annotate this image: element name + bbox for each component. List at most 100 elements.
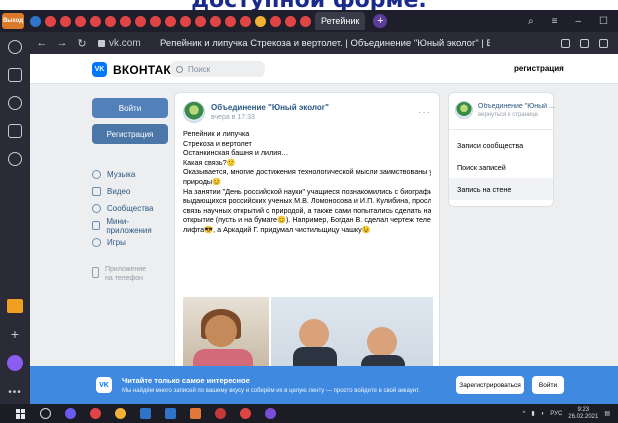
- speed-dial-icon[interactable]: [8, 40, 22, 54]
- video-icon: [92, 187, 101, 196]
- language-indicator[interactable]: РУС: [550, 411, 562, 417]
- tab-favicon-icon[interactable]: [30, 15, 41, 27]
- new-tab-plus-icon[interactable]: +: [373, 14, 388, 28]
- back-icon[interactable]: ←: [34, 37, 50, 49]
- tab-favicon-icon[interactable]: [300, 15, 311, 27]
- search-posts-link[interactable]: Поиск записей: [449, 156, 553, 178]
- post-text: Репейник и липучка Стрекоза и вертолет О…: [175, 127, 439, 237]
- taskbar-apps: [40, 408, 276, 419]
- tab-favicon-icon[interactable]: [150, 15, 161, 27]
- tab-favicon-icon[interactable]: [240, 15, 251, 27]
- divider: [449, 129, 553, 130]
- reload-icon[interactable]: ↻: [74, 37, 90, 50]
- snapshot-icon[interactable]: [8, 124, 22, 138]
- games-icon: [92, 238, 101, 247]
- powerpoint-icon[interactable]: [190, 408, 201, 419]
- tab-favicon-icon[interactable]: [225, 15, 236, 27]
- post-author[interactable]: Объединение "Юный эколог": [211, 103, 329, 112]
- side-menu: Музыка Видео Сообщества Мини-приложения …: [92, 166, 168, 251]
- system-tray: ^ ▮ ◖ РУС 9:23 26.02.2021 ▤: [523, 407, 618, 421]
- wall-post-link[interactable]: Запись на стене: [449, 178, 553, 200]
- register-link[interactable]: регистрация: [514, 64, 564, 73]
- notification-icon[interactable]: ▤: [604, 410, 610, 417]
- post-line: открытие (пусть и на бумаге😊). Например,…: [183, 215, 431, 225]
- url-field[interactable]: vk.com: [98, 38, 141, 49]
- volume-icon[interactable]: ◖: [541, 411, 545, 417]
- bookmark-icon[interactable]: [580, 38, 589, 48]
- post-menu-icon[interactable]: ···: [418, 107, 431, 118]
- camera-icon[interactable]: [561, 38, 570, 48]
- community-posts-link[interactable]: Записи сообщества: [449, 134, 553, 156]
- menu-icon[interactable]: ≡: [552, 16, 558, 27]
- tab-active[interactable]: Ретейник: [315, 12, 366, 30]
- menu-item-groups[interactable]: Сообщества: [92, 200, 168, 217]
- post-line: Оказывается, многие достижения технологи…: [183, 167, 431, 177]
- sidebar-add-icon[interactable]: +: [11, 327, 19, 341]
- tab-favicon-icon[interactable]: [90, 15, 101, 27]
- download-icon[interactable]: [599, 38, 608, 48]
- avatar[interactable]: [183, 101, 205, 123]
- menu-item-music[interactable]: Музыка: [92, 166, 168, 183]
- search-icon[interactable]: [40, 408, 51, 419]
- tab-favicon-icon[interactable]: [270, 15, 281, 27]
- search-input[interactable]: Поиск: [170, 61, 265, 77]
- tab-favicon-icon[interactable]: [180, 15, 191, 27]
- chrome-icon[interactable]: [115, 408, 126, 419]
- tab-favicon-icon[interactable]: [75, 15, 86, 27]
- tab-favicon-icon[interactable]: [285, 15, 296, 27]
- vk-logo-icon: VK: [92, 62, 107, 77]
- forward-icon[interactable]: →: [54, 37, 70, 49]
- yandex-icon[interactable]: [240, 408, 251, 419]
- menu-item-video[interactable]: Видео: [92, 183, 168, 200]
- post-time[interactable]: вчера в 17:33: [211, 114, 329, 121]
- search-tabs-icon[interactable]: ⌕: [528, 16, 534, 27]
- opera-icon[interactable]: [215, 408, 226, 419]
- login-button[interactable]: Войти: [92, 98, 168, 118]
- mobile-app-link[interactable]: Приложение на телефон: [92, 265, 168, 283]
- tab-favicon-icon[interactable]: [165, 15, 176, 27]
- menu-item-apps[interactable]: Мини-приложения: [92, 217, 168, 235]
- banner-register-button[interactable]: Зарегистрироваться: [456, 376, 524, 394]
- word-icon[interactable]: [165, 408, 176, 419]
- minimize-icon[interactable]: –: [575, 16, 581, 27]
- messenger-icon[interactable]: [7, 299, 23, 313]
- tab-favicon-icon[interactable]: [255, 15, 266, 27]
- cropped-heading: доступной форме.: [0, 0, 618, 10]
- tab-favicon-icon[interactable]: [120, 15, 131, 27]
- tab-favicon-icon[interactable]: [45, 15, 56, 27]
- address-actions: [561, 38, 618, 48]
- search-placeholder: Поиск: [188, 64, 211, 74]
- more-icon[interactable]: •••: [8, 387, 22, 398]
- register-button[interactable]: Регистрация: [92, 124, 168, 144]
- chevron-up-icon[interactable]: ^: [523, 411, 526, 417]
- app-icon[interactable]: [265, 408, 276, 419]
- player-icon[interactable]: [8, 96, 22, 110]
- signup-banner: VK Читайте только самое интересное Мы на…: [30, 366, 618, 404]
- cortana-icon[interactable]: [65, 408, 76, 419]
- community-link[interactable]: Объединение "Юный ... вернуться к страни…: [449, 99, 555, 127]
- community-meta: Объединение "Юный ... вернуться к страни…: [478, 103, 555, 118]
- tab-favicon-icon[interactable]: [195, 15, 206, 27]
- tab-favicon-icon[interactable]: [105, 15, 116, 27]
- menu-item-label: Сообщества: [107, 204, 154, 213]
- tab-favicon-icon[interactable]: [210, 15, 221, 27]
- clock[interactable]: 9:23 26.02.2021: [568, 407, 598, 421]
- network-icon[interactable]: ▮: [531, 410, 534, 417]
- right-column: Объединение "Юный ... вернуться к страни…: [448, 92, 555, 207]
- tab-favicon-icon[interactable]: [135, 15, 146, 27]
- opera-icon[interactable]: [90, 408, 101, 419]
- post-line: Останкинская башня и лилия…: [183, 148, 289, 158]
- post-line: На занятии "День российской науки" учащи…: [183, 186, 431, 196]
- menu-item-games[interactable]: Игры: [92, 234, 168, 251]
- banner-login-button[interactable]: Войти: [532, 376, 564, 394]
- bookmarks-icon[interactable]: [8, 68, 22, 82]
- aria-icon[interactable]: [7, 355, 23, 371]
- clock-time: 9:23: [577, 406, 590, 413]
- edge-icon[interactable]: [140, 408, 151, 419]
- history-icon[interactable]: [8, 152, 22, 166]
- tab-favicon-icon[interactable]: [60, 15, 71, 27]
- start-icon[interactable]: [16, 408, 26, 419]
- exit-badge[interactable]: Выход: [2, 13, 24, 29]
- maximize-icon[interactable]: ☐: [599, 16, 608, 27]
- lock-icon: [98, 39, 105, 47]
